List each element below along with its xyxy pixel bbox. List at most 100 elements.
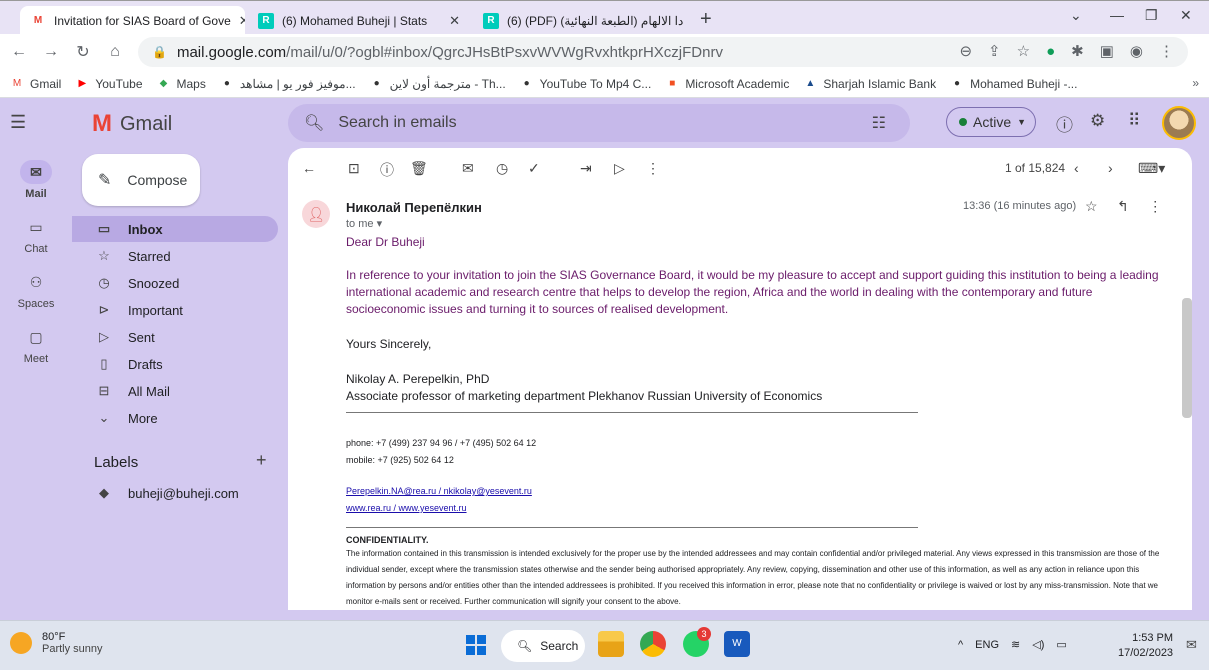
forward-icon[interactable]: →: [38, 43, 64, 61]
bookmark-item[interactable]: ◆ Maps: [157, 77, 206, 91]
sidebar-item-more[interactable]: ⌄ More: [72, 405, 278, 431]
rail-item-meet[interactable]: ▢ Meet: [0, 325, 72, 365]
snooze-icon[interactable]: ◷: [496, 160, 508, 177]
taskbar-search[interactable]: 🔍︎ Search: [501, 630, 585, 662]
windows-start-icon[interactable]: [466, 635, 486, 655]
zoom-icon[interactable]: ⊖: [959, 42, 972, 60]
close-window-icon[interactable]: ✕: [1180, 7, 1192, 24]
sidebar-item-sent[interactable]: ▷ Sent: [72, 324, 278, 350]
more-options-icon[interactable]: ⋮: [646, 160, 660, 177]
new-tab-button[interactable]: +: [700, 8, 712, 31]
close-tab-icon[interactable]: ✕: [441, 13, 460, 29]
add-task-icon[interactable]: ✓: [528, 160, 540, 177]
input-tools-icon[interactable]: ⌨▾: [1138, 160, 1165, 177]
browser-toolbar: ← → ↻ ⌂ 🔒 mail.google.com/mail/u/0/?ogbl…: [0, 34, 1209, 70]
newer-icon[interactable]: ‹: [1074, 160, 1079, 176]
back-icon[interactable]: ←: [6, 43, 32, 61]
sidebar-item-all-mail[interactable]: ⊟ All Mail: [72, 378, 278, 404]
compose-button[interactable]: ✎ Compose: [82, 154, 200, 206]
browser-tab-gmail[interactable]: M Invitation for SIAS Board of Gove ✕: [20, 6, 245, 35]
add-label-icon[interactable]: +: [256, 450, 267, 471]
send-icon: ▷: [99, 329, 109, 344]
bookmark-item[interactable]: M Gmail: [10, 77, 62, 91]
notifications-icon[interactable]: ✉: [1186, 637, 1197, 653]
apps-grid-icon[interactable]: ⠿: [1128, 111, 1140, 131]
browser-menu-icon[interactable]: ⋮: [1159, 42, 1174, 60]
rail-item-mail[interactable]: ✉ Mail: [0, 160, 72, 200]
back-to-inbox-icon[interactable]: ←: [302, 160, 316, 176]
more-bookmarks-icon[interactable]: »: [1192, 76, 1199, 90]
reload-icon[interactable]: ↻: [70, 42, 96, 62]
bookmark-item[interactable]: ● Mohamed Buheji -...: [950, 77, 1077, 91]
bookmark-item[interactable]: ● YouTube To Mp4 C...: [520, 77, 652, 91]
bookmark-item[interactable]: ■ Microsoft Academic: [665, 77, 789, 91]
greeting: Dear Dr Buheji: [346, 235, 425, 249]
close-tab-icon[interactable]: ✕: [683, 13, 693, 29]
restore-icon[interactable]: ❐: [1145, 7, 1158, 24]
scrollbar-thumb[interactable]: [1182, 298, 1192, 418]
weather-widget[interactable]: 80°F Partly sunny: [10, 631, 103, 655]
search-options-icon[interactable]: ☷: [872, 113, 886, 133]
clock-icon: ◷: [98, 275, 110, 290]
word-icon[interactable]: W: [724, 631, 750, 657]
tray-expand-icon[interactable]: ^: [958, 639, 963, 651]
sidebar-item-starred[interactable]: ☆ Starred: [72, 243, 278, 269]
chrome-icon[interactable]: [640, 631, 666, 657]
rail-item-chat[interactable]: ▭ Chat: [0, 215, 72, 255]
recipient-line[interactable]: to me ▾: [346, 217, 382, 230]
minimize-icon[interactable]: —: [1110, 7, 1124, 23]
sidepanel-icon[interactable]: ▣: [1100, 42, 1114, 60]
search-icon[interactable]: 🔍︎: [304, 113, 324, 133]
older-icon[interactable]: ›: [1108, 160, 1113, 176]
file-explorer-icon[interactable]: [598, 631, 624, 657]
account-avatar[interactable]: [1162, 106, 1196, 140]
search-bar[interactable]: 🔍︎ Search in emails ☷: [288, 104, 910, 142]
home-icon[interactable]: ⌂: [102, 43, 128, 61]
extensions-icon[interactable]: ✱: [1071, 42, 1084, 60]
sidebar-item-snoozed[interactable]: ◷ Snoozed: [72, 270, 278, 296]
label-item[interactable]: ◆ buheji@buheji.com: [72, 480, 278, 506]
tab-search-icon[interactable]: ⌄: [1070, 7, 1082, 24]
archive-icon[interactable]: ⊡: [348, 160, 360, 177]
main-menu-icon[interactable]: ☰: [10, 112, 26, 133]
profile-icon[interactable]: ◉: [1130, 42, 1143, 60]
help-icon[interactable]: ⓘ: [1056, 111, 1073, 136]
browser-tab-stats[interactable]: R (6) Mohamed Buheji | Stats ✕: [248, 6, 470, 35]
label-tag-icon[interactable]: ▷: [614, 160, 625, 177]
wifi-icon[interactable]: ≋: [1011, 638, 1020, 651]
browser-tab-pdf[interactable]: R (6) (PDF) (الطبعة النهائية) دا الالهام…: [473, 6, 693, 35]
rail-item-spaces[interactable]: ⚇ Spaces: [0, 270, 72, 310]
mark-unread-icon[interactable]: ✉: [462, 160, 474, 177]
bookmark-item[interactable]: ● مترجمة أون لاين - Th...: [370, 77, 506, 91]
site-icon: ●: [523, 78, 530, 89]
sidebar-item-drafts[interactable]: ▯ Drafts: [72, 351, 278, 377]
reply-icon[interactable]: ↰: [1117, 198, 1129, 214]
settings-gear-icon[interactable]: ⚙: [1090, 111, 1105, 131]
email-links[interactable]: Perepelkin.NA@rea.ru / nkikolay@yesevent…: [346, 486, 532, 496]
extension-g-icon[interactable]: ●: [1046, 43, 1055, 60]
star-message-icon[interactable]: ☆: [1085, 198, 1098, 214]
delete-icon[interactable]: 🗑︎: [410, 160, 428, 177]
language-indicator[interactable]: ENG: [975, 639, 999, 651]
move-to-icon[interactable]: ⇥: [580, 160, 592, 177]
message-more-icon[interactable]: ⋮: [1148, 198, 1162, 214]
report-spam-icon[interactable]: ⓘ: [380, 160, 394, 180]
status-chip[interactable]: Active ▼: [946, 107, 1036, 137]
battery-icon[interactable]: ▭: [1056, 638, 1066, 651]
share-icon[interactable]: ⇪: [988, 42, 1001, 60]
search-input[interactable]: Search in emails: [338, 114, 456, 132]
volume-icon[interactable]: ◁): [1032, 638, 1044, 651]
close-tab-icon[interactable]: ✕: [231, 13, 245, 29]
address-bar[interactable]: 🔒 mail.google.com/mail/u/0/?ogbl#inbox/Q…: [138, 37, 1188, 67]
clock[interactable]: 1:53 PM 17/02/2023: [1118, 631, 1173, 661]
bookmark-item[interactable]: ▶ YouTube: [75, 77, 142, 91]
mail-icon: ✉: [20, 160, 52, 184]
weather-condition: Partly sunny: [42, 643, 103, 655]
sidebar-item-important[interactable]: ⊳ Important: [72, 297, 278, 323]
website-links[interactable]: www.rea.ru / www.yesevent.ru: [346, 503, 467, 513]
gmail-logo[interactable]: M Gmail: [92, 110, 172, 138]
sidebar-item-inbox[interactable]: ▭ Inbox: [72, 216, 278, 242]
bookmark-star-icon[interactable]: ☆: [1017, 42, 1030, 60]
bookmark-item[interactable]: ▲ Sharjah Islamic Bank: [803, 77, 936, 91]
bookmark-item[interactable]: ● موفيز فور يو | مشاهد...: [220, 77, 356, 91]
